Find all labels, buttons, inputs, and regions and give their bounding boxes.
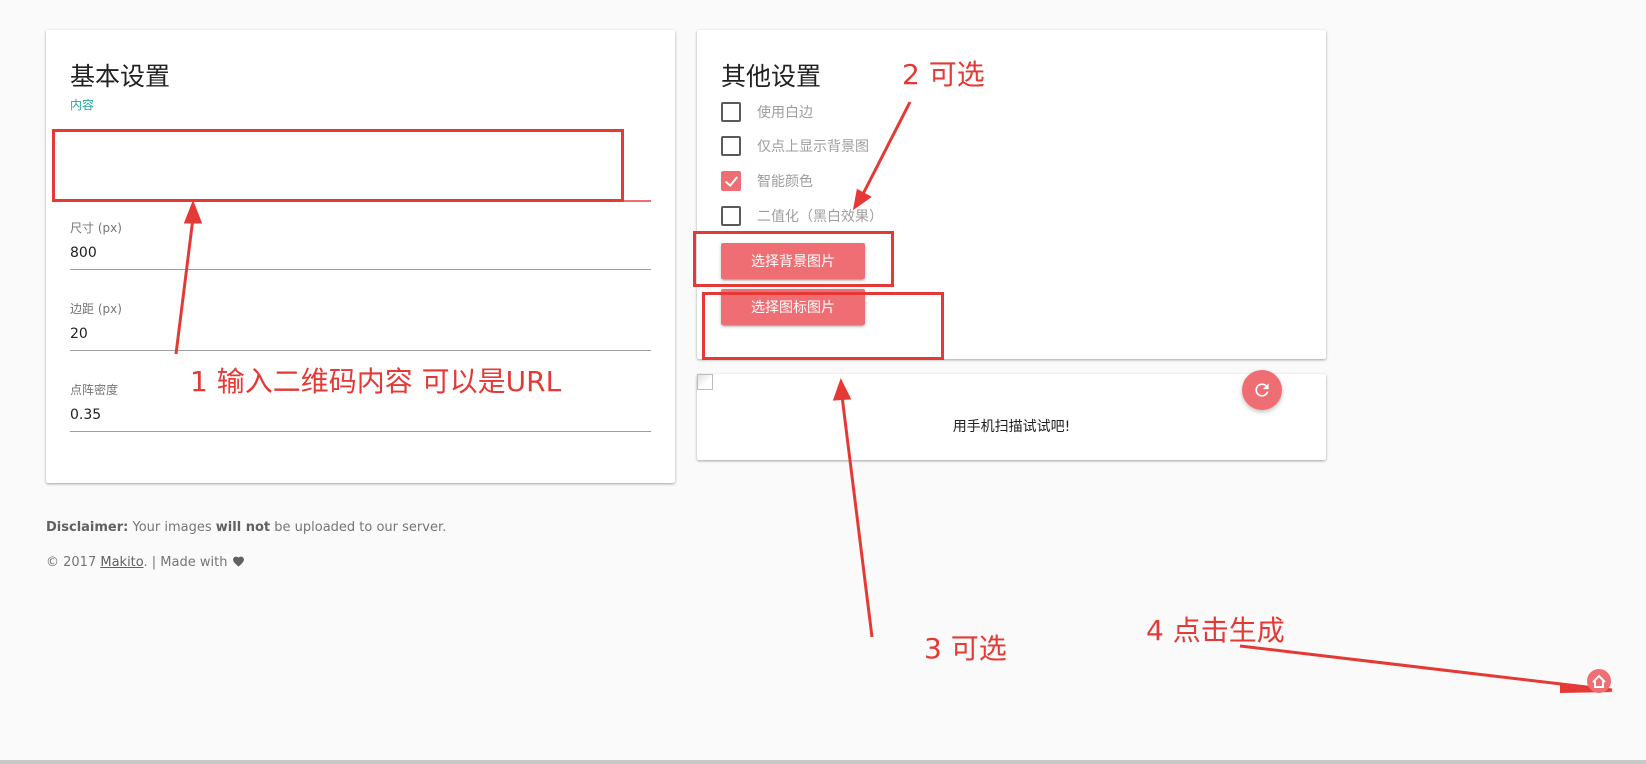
checkbox-box[interactable] xyxy=(721,136,741,156)
other-settings-title: 其他设置 xyxy=(721,62,822,91)
select-icon-image-button[interactable]: 选择图标图片 xyxy=(721,289,865,325)
basic-settings-title: 基本设置 xyxy=(70,62,171,91)
preview-card: 用手机扫描试试吧! xyxy=(697,370,1326,460)
margin-label: 边距 (px) xyxy=(70,302,122,316)
checkbox-label: 二值化（黑白效果） xyxy=(757,209,883,225)
annotation-text-4: 4 点击生成 xyxy=(1146,614,1285,647)
checkbox-label: 仅点上显示背景图 xyxy=(757,139,869,155)
content-field: 内容 xyxy=(70,96,651,201)
disclaimer-label: Disclaimer: xyxy=(46,520,129,535)
preview-caption: 用手机扫描试试吧! xyxy=(952,419,1071,435)
page: 基本设置 内容 尺寸 (px) 边距 (px) 点阵密度 其他设置 使用白边 仅… xyxy=(0,0,1646,764)
margin-input[interactable] xyxy=(70,317,651,351)
content-label: 内容 xyxy=(70,98,95,112)
checkbox-smart-color[interactable]: 智能颜色 xyxy=(721,171,813,191)
content-input[interactable] xyxy=(70,113,651,201)
size-field: 尺寸 (px) xyxy=(70,219,651,270)
generate-icon[interactable] xyxy=(1586,668,1612,694)
margin-field: 边距 (px) xyxy=(70,300,651,351)
author-link[interactable]: Makito xyxy=(100,555,143,570)
disclaimer-text-1: Your images xyxy=(132,520,212,535)
size-label: 尺寸 (px) xyxy=(70,221,122,235)
checkbox-box[interactable] xyxy=(721,102,741,122)
bottom-bar xyxy=(0,760,1646,764)
basic-settings-card: 基本设置 内容 尺寸 (px) 边距 (px) 点阵密度 xyxy=(46,30,675,483)
refresh-button[interactable] xyxy=(1242,370,1282,410)
checkbox-bg-on-dots-only[interactable]: 仅点上显示背景图 xyxy=(721,136,869,156)
checkbox-box[interactable] xyxy=(721,206,741,226)
copyright-suffix: . | Made with xyxy=(143,555,228,570)
checkbox-box-checked[interactable] xyxy=(721,171,741,191)
refresh-icon xyxy=(1255,383,1269,397)
other-settings-card: 其他设置 使用白边 仅点上显示背景图 智能颜色 二值化（黑白效果） 选择背景图片… xyxy=(697,30,1326,359)
size-input[interactable] xyxy=(70,236,651,270)
annotation-text-1: 1 输入二维码内容 可以是URL xyxy=(190,365,562,398)
select-background-image-button[interactable]: 选择背景图片 xyxy=(721,243,865,279)
copyright: © 2017 Makito. | Made with xyxy=(46,555,245,570)
copyright-prefix: © 2017 xyxy=(46,555,97,570)
checkbox-label: 智能颜色 xyxy=(757,174,813,190)
checkbox-binarize[interactable]: 二值化（黑白效果） xyxy=(721,206,883,226)
disclaimer-emphasis: will not xyxy=(215,520,271,535)
checkbox-label: 使用白边 xyxy=(757,105,813,121)
dot-density-input[interactable] xyxy=(70,398,651,432)
checkbox-white-margin[interactable]: 使用白边 xyxy=(721,102,813,122)
disclaimer: Disclaimer: Your images will not be uplo… xyxy=(46,520,446,535)
annotation-text-3: 3 可选 xyxy=(924,632,1007,665)
heart-icon xyxy=(232,556,244,567)
broken-image-icon xyxy=(697,374,713,390)
annotation-text-2: 2 可选 xyxy=(902,58,985,91)
disclaimer-text-2: be uploaded to our server. xyxy=(274,520,447,535)
